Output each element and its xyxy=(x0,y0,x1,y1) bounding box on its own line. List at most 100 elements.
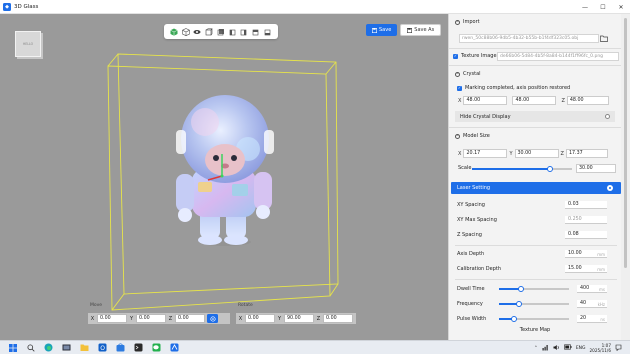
crystal-y-input[interactable]: 48.00 xyxy=(512,96,557,105)
dwell-time-row: Dwell Time 400 ms xyxy=(457,285,607,293)
transform-controls: Move X 0.00 Y 0.00 Z 0.00 Rotate X 0.00 … xyxy=(88,303,356,340)
orientation-cube[interactable]: HELLO xyxy=(15,31,41,57)
view-back-icon[interactable] xyxy=(217,28,225,36)
crystal-status-row: ✓ Marking completed, axis position resto… xyxy=(457,85,570,91)
z-spacing-input[interactable]: 0.08 xyxy=(565,231,607,239)
model-y-input[interactable]: 30.00 xyxy=(514,149,559,158)
frequency-slider[interactable] xyxy=(499,300,569,307)
cube-solid-icon[interactable] xyxy=(170,28,178,36)
eye-icon[interactable] xyxy=(193,28,201,36)
file-explorer-icon[interactable] xyxy=(80,343,89,352)
model-size-header[interactable]: – Model Size xyxy=(449,131,621,141)
maximize-button[interactable]: ☐ xyxy=(594,0,612,14)
crystal-z-input[interactable]: 48.00 xyxy=(566,96,609,105)
save-button[interactable]: Save xyxy=(366,24,398,36)
frequency-knob[interactable] xyxy=(515,300,522,307)
import-title: Import xyxy=(463,19,480,25)
folder-icon[interactable] xyxy=(600,35,608,42)
pulse-width-slider[interactable] xyxy=(499,315,569,322)
crystal-x-input[interactable]: 48.00 xyxy=(463,96,508,105)
rotate-row: X 0.00 Y 90.00 Z 0.00 xyxy=(236,313,356,324)
app-window: ◆ 3D Glass — ☐ ✕ HELLO Save Save As Move… xyxy=(0,0,630,354)
rotate-y-input[interactable]: 90.00 xyxy=(284,314,314,323)
collapse-icon: – xyxy=(455,19,460,25)
minimize-button[interactable]: — xyxy=(576,0,594,14)
crystal-header[interactable]: – Crystal xyxy=(449,69,621,79)
reset-position-button[interactable] xyxy=(207,314,218,323)
texture-map-label[interactable]: Texture Map xyxy=(449,327,621,333)
edge-browser-icon[interactable] xyxy=(44,343,53,352)
laser-setting-header[interactable]: Laser Setting xyxy=(451,182,621,194)
save-controls: Save Save As xyxy=(366,24,442,36)
move-y-input[interactable]: 0.00 xyxy=(136,314,166,323)
calibration-depth-row: Calibration Depth 15.00 mm xyxy=(457,265,607,273)
scale-input[interactable]: 30.00 xyxy=(576,164,616,173)
wechat-icon[interactable] xyxy=(152,343,161,352)
view-bottom-icon[interactable] xyxy=(264,28,272,36)
search-icon[interactable] xyxy=(26,343,35,352)
laser-setting-title: Laser Setting xyxy=(457,185,491,191)
3d-glass-taskbar-icon[interactable] xyxy=(170,343,179,352)
scale-slider[interactable] xyxy=(472,165,572,172)
panel-scroll-thumb[interactable] xyxy=(624,18,627,268)
save-as-button[interactable]: Save As xyxy=(400,24,442,36)
rotate-z-input[interactable]: 0.00 xyxy=(323,314,353,323)
texture-row: ✓ Texture Image xyxy=(453,53,497,59)
crystal-status-checkbox[interactable]: ✓ xyxy=(457,85,462,91)
model-z-input[interactable]: 17.37 xyxy=(565,149,608,158)
import-file-field[interactable]: rwen_50c88b06-9db5-4b32-b55b-b1f4df323c0… xyxy=(459,34,599,43)
gear-icon[interactable] xyxy=(607,185,613,191)
close-button[interactable]: ✕ xyxy=(612,0,630,14)
volume-icon[interactable] xyxy=(553,344,560,353)
store-icon[interactable] xyxy=(116,343,125,352)
save-as-label: Save As xyxy=(414,27,435,33)
chevron-up-icon[interactable]: ⌃ xyxy=(534,346,538,351)
outlook-icon[interactable]: O xyxy=(98,343,107,352)
app-logo-icon: ◆ xyxy=(3,2,11,11)
crystal-status-text: Marking completed, axis position restore… xyxy=(465,85,571,91)
texture-file-field[interactable]: de66b06-5d84-4b5f-8a84-b144f1ff96fc_0.pn… xyxy=(497,52,619,61)
move-x-input[interactable]: 0.00 xyxy=(97,314,127,323)
texture-checkbox[interactable]: ✓ xyxy=(453,53,458,59)
import-section: – Import xyxy=(449,17,621,27)
dwell-time-knob[interactable] xyxy=(518,285,525,292)
system-tray: ⌃ ENG 1:07 2025/11/6 xyxy=(534,341,622,354)
hide-crystal-row[interactable]: Hide Crystal Display xyxy=(455,111,615,122)
model-size-xyz-row: X 20.17 Y 30.00 Z 17.37 xyxy=(458,149,608,158)
save-icon xyxy=(372,27,377,33)
xy-max-spacing-input[interactable]: 0.250 xyxy=(565,216,607,224)
view-left-icon[interactable] xyxy=(229,28,237,36)
import-header[interactable]: – Import xyxy=(449,17,621,27)
scale-slider-knob[interactable] xyxy=(547,165,553,172)
language-indicator[interactable]: ENG xyxy=(576,346,586,351)
task-view-icon[interactable] xyxy=(62,343,71,352)
view-front-icon[interactable] xyxy=(205,28,213,36)
texture-label: Texture Image xyxy=(461,53,497,59)
panel-scrollbar[interactable] xyxy=(621,14,630,340)
network-icon[interactable] xyxy=(542,344,549,353)
axis-depth-row: Axis Depth 10.00 mm xyxy=(457,250,607,258)
dwell-time-slider[interactable] xyxy=(499,285,569,292)
scene-canvas[interactable] xyxy=(0,14,448,340)
battery-icon[interactable] xyxy=(564,344,572,352)
rotate-x-input[interactable]: 0.00 xyxy=(245,314,275,323)
crystal-section: – Crystal xyxy=(449,69,621,79)
hide-crystal-toggle[interactable] xyxy=(605,114,610,119)
astronaut-model[interactable] xyxy=(176,95,274,246)
view-right-icon[interactable] xyxy=(240,28,248,36)
windows-start-icon[interactable] xyxy=(8,343,17,352)
notification-icon[interactable] xyxy=(615,344,622,353)
move-z-input[interactable]: 0.00 xyxy=(175,314,205,323)
3d-viewport[interactable]: HELLO Save Save As Move X 0.00 Y 0.00 Z … xyxy=(0,14,448,340)
clock[interactable]: 1:07 2025/11/6 xyxy=(590,343,611,353)
save-label: Save xyxy=(379,27,392,33)
view-top-icon[interactable] xyxy=(252,28,260,36)
cube-wire-icon[interactable] xyxy=(181,27,190,36)
terminal-icon[interactable] xyxy=(134,343,143,352)
taskbar: O ⌃ ENG 1:07 2025/11/6 xyxy=(0,340,630,354)
model-x-input[interactable]: 20.17 xyxy=(463,149,508,158)
crystal-xyz-row: X 48.00 48.00 Z 48.00 xyxy=(458,96,609,105)
pulse-width-knob[interactable] xyxy=(511,315,518,322)
clock-date: 2025/11/6 xyxy=(589,348,611,353)
xy-spacing-input[interactable]: 0.03 xyxy=(565,201,607,209)
